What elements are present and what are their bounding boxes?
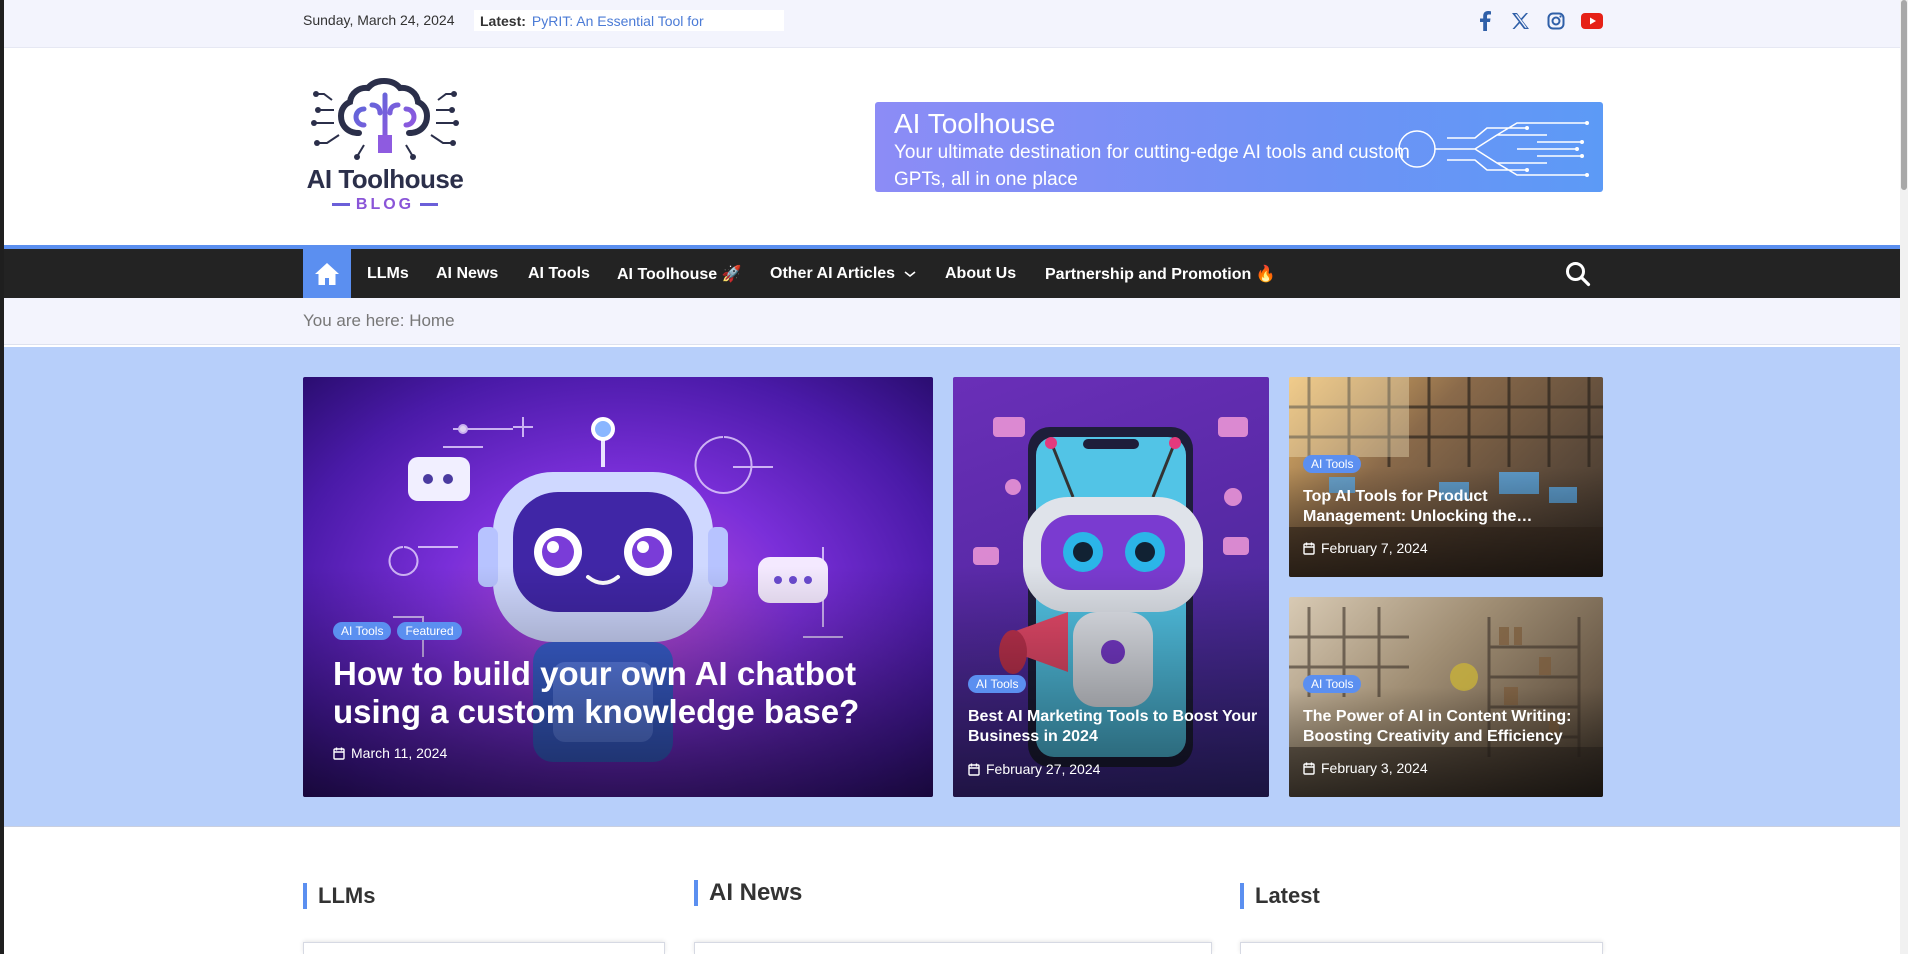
featured-posts: AI Tools Featured How to build your own A… xyxy=(4,347,1900,827)
chevron-down-icon xyxy=(904,270,916,277)
llms-list xyxy=(303,942,665,954)
scrollbar-thumb[interactable] xyxy=(1901,0,1907,190)
post-date-text: March 11, 2024 xyxy=(351,745,448,761)
section-title-ai-news: AI News xyxy=(694,880,802,906)
category-tags: AI Tools xyxy=(1303,675,1367,693)
logo-subtitle: BLOG xyxy=(304,196,466,214)
header-banner[interactable]: AI Toolhouse Your ultimate destination f… xyxy=(875,102,1603,192)
category-badge[interactable]: AI Tools xyxy=(968,675,1027,693)
nav-item-ai-tools[interactable]: AI Tools xyxy=(528,249,590,298)
page-scrollbar[interactable] xyxy=(1900,0,1908,954)
brain-circuit-icon xyxy=(311,77,459,160)
breadcrumb-prefix: You are here: xyxy=(303,311,405,330)
site-logo[interactable]: AI Toolhouse BLOG xyxy=(304,75,466,220)
ai-news-list xyxy=(694,942,1212,954)
nav-item-partnership[interactable]: Partnership and Promotion 🔥 xyxy=(1045,249,1276,298)
search-button[interactable] xyxy=(1565,261,1591,287)
post-date-text: February 3, 2024 xyxy=(1321,760,1428,776)
home-button[interactable] xyxy=(303,249,351,298)
calendar-icon xyxy=(1303,762,1315,775)
logo-title: AI Toolhouse xyxy=(306,164,464,194)
nav-item-ai-toolhouse[interactable]: AI Toolhouse 🚀 xyxy=(617,249,742,298)
latest-label: Latest: xyxy=(480,12,526,29)
post-date: February 7, 2024 xyxy=(1303,540,1428,556)
featured-bottom-right-title[interactable]: The Power of AI in Content Writing: Boos… xyxy=(1303,707,1599,747)
facebook-icon[interactable] xyxy=(1474,10,1496,32)
featured-card-bottom-right[interactable]: AI Tools The Power of AI in Content Writ… xyxy=(1289,597,1603,797)
post-date-text: February 27, 2024 xyxy=(986,761,1101,777)
section-title-latest: Latest xyxy=(1240,883,1320,909)
nav-item-other-ai-articles[interactable]: Other AI Articles xyxy=(770,249,917,298)
search-icon xyxy=(1566,262,1591,287)
nav-item-other-ai-articles-label: Other AI Articles xyxy=(770,264,896,282)
current-date: Sunday, March 24, 2024 xyxy=(303,12,455,28)
breadcrumb-bar: You are here: Home xyxy=(4,298,1900,345)
main-navigation: LLMs AI News AI Tools AI Toolhouse 🚀 Oth… xyxy=(4,245,1900,298)
nav-item-about-us[interactable]: About Us xyxy=(945,249,1016,298)
featured-card-main[interactable]: AI Tools Featured How to build your own A… xyxy=(303,377,933,797)
category-badge[interactable]: Featured xyxy=(397,622,462,640)
instagram-icon[interactable] xyxy=(1545,10,1567,32)
latest-ticker: Latest: PyRIT: An Essential Tool for xyxy=(474,10,784,31)
calendar-icon xyxy=(1303,542,1315,555)
section-title-llms: LLMs xyxy=(303,883,375,909)
featured-card-middle[interactable]: AI Tools Best AI Marketing Tools to Boos… xyxy=(953,377,1269,797)
home-icon xyxy=(315,262,339,285)
post-date: March 11, 2024 xyxy=(333,745,447,761)
circuit-graphic-icon xyxy=(1398,121,1589,177)
banner-subtitle: Your ultimate destination for cutting-ed… xyxy=(894,142,1410,190)
featured-card-top-right[interactable]: AI Tools Top AI Tools for Product Manage… xyxy=(1289,377,1603,577)
breadcrumb-current[interactable]: Home xyxy=(409,311,454,330)
nav-item-ai-news[interactable]: AI News xyxy=(436,249,498,298)
category-badge[interactable]: AI Tools xyxy=(1303,455,1362,473)
featured-middle-title[interactable]: Best AI Marketing Tools to Boost Your Bu… xyxy=(968,707,1258,747)
featured-top-right-title[interactable]: Top AI Tools for Product Management: Unl… xyxy=(1303,487,1593,527)
category-tags: AI Tools Featured xyxy=(333,622,468,640)
category-badge[interactable]: AI Tools xyxy=(1303,675,1362,693)
category-tags: AI Tools xyxy=(1303,455,1367,473)
featured-main-title[interactable]: How to build your own AI chatbot using a… xyxy=(333,655,913,731)
banner-title: AI Toolhouse xyxy=(894,108,1056,139)
latest-link[interactable]: PyRIT: An Essential Tool for xyxy=(532,13,704,29)
post-date-text: February 7, 2024 xyxy=(1321,540,1428,556)
top-bar: Sunday, March 24, 2024 Latest: PyRIT: An… xyxy=(4,0,1900,48)
window-frame-left xyxy=(0,0,4,954)
calendar-icon xyxy=(333,747,345,760)
breadcrumb: You are here: Home xyxy=(303,311,455,331)
youtube-icon[interactable] xyxy=(1581,10,1603,32)
latest-list xyxy=(1240,942,1603,954)
nav-item-llms[interactable]: LLMs xyxy=(367,249,409,298)
post-date: February 3, 2024 xyxy=(1303,760,1428,776)
post-date: February 27, 2024 xyxy=(968,761,1100,777)
x-icon[interactable] xyxy=(1509,10,1531,32)
category-tags: AI Tools xyxy=(968,675,1032,693)
category-badge[interactable]: AI Tools xyxy=(333,622,392,640)
calendar-icon xyxy=(968,763,980,776)
